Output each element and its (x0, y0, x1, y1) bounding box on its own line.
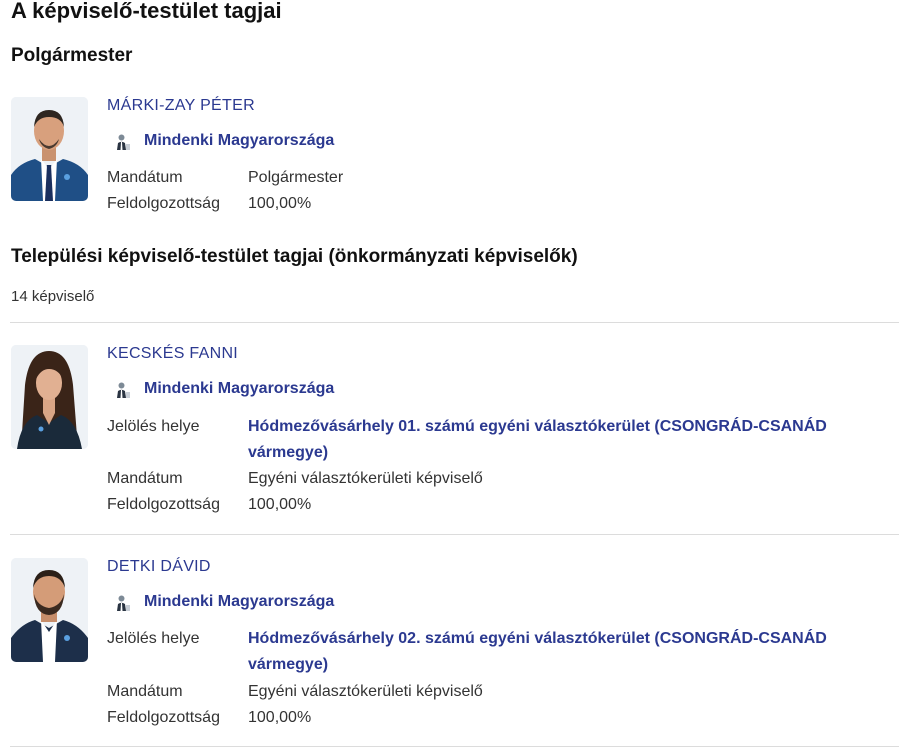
mayor-card: MÁRKI-ZAY PÉTER Mindenki Magyarországa M… (11, 97, 891, 227)
mandate-label: Mandátum (107, 169, 183, 186)
nomination-label: Jelölés helye (107, 630, 200, 647)
portrait-photo (11, 97, 88, 201)
member-photo[interactable] (11, 558, 88, 662)
processed-label: Feldolgozottság (107, 195, 220, 212)
member-name[interactable]: KECSKÉS FANNI (107, 345, 238, 363)
mandate-value: Egyéni választókerületi képviselő (248, 683, 483, 700)
party-logo-icon (117, 382, 130, 398)
page: A képviselő-testület tagjai Polgármester… (0, 0, 918, 756)
portrait-photo (11, 345, 88, 449)
divider (10, 322, 899, 323)
nomination-link[interactable]: Hódmezővásárhely 01. számú egyéni válasz… (248, 414, 868, 466)
processed-label: Feldolgozottság (107, 496, 220, 513)
portrait-photo (11, 558, 88, 662)
party-name: Mindenki Magyarországa (144, 593, 335, 610)
processed-value: 100,00% (248, 195, 312, 212)
mayor-photo[interactable] (11, 97, 88, 201)
mandate-label: Mandátum (107, 470, 183, 487)
page-title: A képviselő-testület tagjai (11, 0, 282, 23)
council-member-card: DETKI DÁVID Mindenki Magyarországa Jelöl… (11, 558, 891, 738)
nomination-link[interactable]: Hódmezővásárhely 02. számú egyéni válasz… (248, 626, 868, 678)
council-member-card: KECSKÉS FANNI Mindenki Magyarországa Jel… (11, 345, 891, 525)
party-logo-icon (117, 595, 130, 611)
party-name: Mindenki Magyarországa (144, 132, 335, 149)
mandate-value: Egyéni választókerületi képviselő (248, 470, 483, 487)
mandate-value: Polgármester (248, 169, 344, 186)
member-name[interactable]: DETKI DÁVID (107, 558, 211, 576)
nomination-label: Jelölés helye (107, 418, 200, 435)
divider (10, 746, 899, 747)
processed-value: 100,00% (248, 496, 312, 513)
council-section-title: Települési képviselő-testület tagjai (ön… (11, 246, 578, 267)
member-photo[interactable] (11, 345, 88, 449)
divider (10, 534, 899, 535)
member-count: 14 képviselő (11, 288, 95, 305)
party-logo-icon (117, 134, 130, 150)
processed-value: 100,00% (248, 709, 312, 726)
mandate-label: Mandátum (107, 683, 183, 700)
processed-label: Feldolgozottság (107, 709, 220, 726)
mayor-section-title: Polgármester (11, 45, 133, 66)
party-name: Mindenki Magyarországa (144, 380, 335, 397)
member-name[interactable]: MÁRKI-ZAY PÉTER (107, 97, 255, 115)
